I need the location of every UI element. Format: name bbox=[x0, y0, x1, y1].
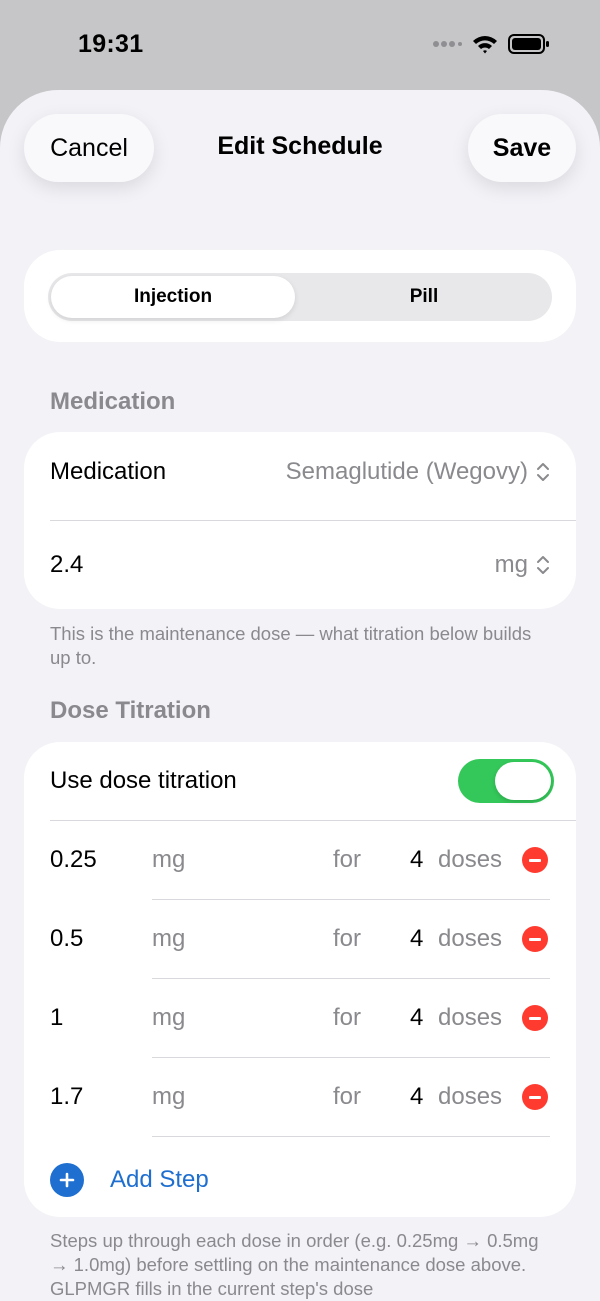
titration-section-header: Dose Titration bbox=[50, 697, 211, 724]
battery-icon bbox=[508, 34, 549, 54]
titration-card: Use dose titration 0.25 mg for 4 doses 0… bbox=[24, 742, 576, 1217]
status-icons bbox=[432, 34, 550, 54]
toggle-knob bbox=[495, 762, 551, 800]
titration-toggle[interactable] bbox=[458, 759, 554, 803]
medication-picker-row[interactable]: Medication Semaglutide (Wegovy) bbox=[24, 432, 576, 512]
status-bar: 19:31 bbox=[0, 0, 600, 90]
type-segmented-control[interactable]: Injection Pill bbox=[48, 273, 552, 321]
step-count[interactable]: 4 bbox=[410, 846, 423, 874]
step-count[interactable]: 4 bbox=[410, 925, 423, 953]
titration-toggle-row: Use dose titration bbox=[24, 742, 576, 820]
cancel-button[interactable]: Cancel bbox=[24, 114, 154, 182]
signal-icon bbox=[433, 41, 462, 47]
step-count[interactable]: 4 bbox=[410, 1004, 423, 1032]
step-unit: mg bbox=[152, 1004, 186, 1031]
plus-circle-icon bbox=[50, 1163, 84, 1197]
medication-card: Medication Semaglutide (Wegovy) 2.4 mg bbox=[24, 432, 576, 609]
step-for-label: for bbox=[333, 1004, 362, 1031]
step-for-label: for bbox=[333, 1083, 362, 1110]
chevron-updown-icon bbox=[537, 555, 549, 574]
titration-step-row: 1.7 mg for 4 doses bbox=[24, 1057, 576, 1136]
maintenance-dose-footnote: This is the maintenance dose — what titr… bbox=[50, 623, 532, 668]
step-doses-label: doses bbox=[438, 1083, 503, 1110]
edit-schedule-sheet: Cancel Edit Schedule Save Injection Pill… bbox=[0, 90, 600, 1301]
titration-step-row: 1 mg for 4 doses bbox=[24, 978, 576, 1057]
step-count[interactable]: 4 bbox=[410, 1083, 423, 1111]
step-for-label: for bbox=[333, 846, 362, 873]
step-unit: mg bbox=[152, 1083, 186, 1110]
medication-label: Medication bbox=[50, 458, 167, 485]
type-picker-card: Injection Pill bbox=[24, 250, 576, 342]
titration-step-row: 0.25 mg for 4 doses bbox=[24, 820, 576, 899]
step-dose[interactable]: 0.5 bbox=[50, 925, 83, 953]
minus-circle-icon[interactable] bbox=[522, 926, 548, 952]
titration-toggle-label: Use dose titration bbox=[50, 767, 237, 794]
unit-picker[interactable]: mg bbox=[495, 551, 550, 579]
chevron-updown-icon bbox=[537, 463, 549, 481]
minus-circle-icon[interactable] bbox=[522, 1005, 548, 1031]
minus-circle-icon[interactable] bbox=[522, 847, 548, 873]
segment-injection[interactable]: Injection bbox=[51, 276, 295, 318]
save-button[interactable]: Save bbox=[468, 114, 576, 182]
step-dose[interactable]: 1 bbox=[50, 1004, 63, 1032]
minus-circle-icon[interactable] bbox=[522, 1084, 548, 1110]
titration-step-row: 0.5 mg for 4 doses bbox=[24, 899, 576, 978]
wifi-icon bbox=[473, 36, 497, 54]
step-dose[interactable]: 1.7 bbox=[50, 1083, 83, 1111]
dose-unit: mg bbox=[494, 550, 528, 578]
dose-value-field[interactable]: 2.4 bbox=[50, 551, 83, 579]
step-unit: mg bbox=[152, 925, 186, 952]
status-time: 19:31 bbox=[78, 30, 144, 58]
add-step-label: Add Step bbox=[110, 1166, 209, 1193]
step-for-label: for bbox=[333, 925, 362, 952]
step-doses-label: doses bbox=[438, 1004, 503, 1031]
divider bbox=[152, 1136, 550, 1137]
step-unit: mg bbox=[152, 846, 186, 873]
add-step-button[interactable]: Add Step bbox=[50, 1162, 209, 1198]
dose-row: 2.4 mg bbox=[24, 520, 576, 609]
step-dose[interactable]: 0.25 bbox=[50, 846, 97, 874]
step-doses-label: doses bbox=[438, 846, 503, 873]
titration-footnote: Steps up through each dose in order (e.g… bbox=[50, 1230, 539, 1299]
medication-value: Semaglutide (Wegovy) bbox=[285, 458, 528, 485]
medication-section-header: Medication bbox=[50, 388, 176, 415]
step-doses-label: doses bbox=[438, 925, 503, 952]
segment-pill[interactable]: Pill bbox=[300, 276, 548, 318]
